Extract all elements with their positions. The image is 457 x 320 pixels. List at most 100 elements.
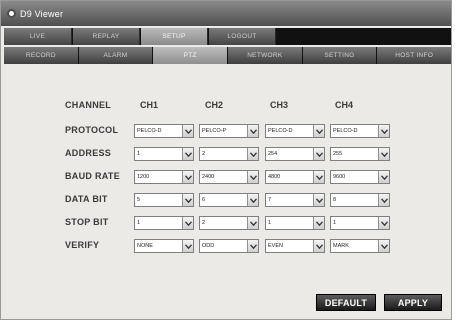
chevron-down-icon[interactable] [313,194,324,206]
chevron-down-icon[interactable] [247,171,258,183]
verify-select-ch2[interactable]: ODD [199,239,259,253]
address-select-ch2[interactable]: 2 [199,147,259,161]
select-value: 2400 [202,174,215,180]
chevron-down-icon[interactable] [247,125,258,137]
protocol-select-ch1[interactable]: PELCO-D [134,124,194,138]
chevron-down-icon[interactable] [313,171,324,183]
chevron-down-icon[interactable] [182,125,193,137]
select-value: 2 [202,220,206,226]
select-value: 6 [202,197,206,203]
stop-bit-select-ch1[interactable]: 1 [134,216,194,230]
address-select-ch4[interactable]: 255 [330,147,390,161]
data-bit-select-ch1[interactable]: 5 [134,193,194,207]
address-select-ch3[interactable]: 254 [265,147,325,161]
select-value: 4800 [268,174,281,180]
select-value: 1 [268,220,272,226]
select-value: 9600 [333,174,346,180]
select-value: 5 [137,197,141,203]
title-bar: D9 Viewer [1,1,451,26]
baud-rate-select-ch2[interactable]: 2400 [199,170,259,184]
verify-select-ch4[interactable]: MARK [330,239,390,253]
baud-rate-select-ch4[interactable]: 9600 [330,170,390,184]
tab-record[interactable]: RECORD [4,47,78,64]
select-value: EVEN [268,243,283,249]
chevron-down-icon[interactable] [378,194,389,206]
chevron-down-icon[interactable] [378,148,389,160]
chevron-down-icon[interactable] [313,148,324,160]
select-value: 1 [137,220,141,226]
chevron-down-icon[interactable] [313,240,324,252]
verify-label: VERIFY [65,240,100,250]
channel-header-ch2: CH2 [205,100,224,110]
chevron-down-icon[interactable] [247,240,258,252]
main-tab-bar: LIVE REPLAY SETUP LOGOUT [4,28,451,45]
select-value: MARK [333,243,349,249]
chevron-down-icon[interactable] [182,194,193,206]
chevron-down-icon[interactable] [247,194,258,206]
protocol-select-ch4[interactable]: PELCO-D [330,124,390,138]
apply-button[interactable]: APPLY [384,294,442,311]
chevron-down-icon[interactable] [313,217,324,229]
default-button[interactable]: DEFAULT [316,294,376,311]
select-value: 1 [333,220,337,226]
select-value: PELCO-D [268,128,293,134]
stop-bit-select-ch4[interactable]: 1 [330,216,390,230]
select-value: 255 [333,151,343,157]
chevron-down-icon[interactable] [378,125,389,137]
address-label: ADDRESS [65,148,112,158]
baud-rate-select-ch3[interactable]: 4800 [265,170,325,184]
window-title: D9 Viewer [20,8,64,19]
chevron-down-icon[interactable] [378,240,389,252]
tab-ptz[interactable]: PTZ [153,47,228,64]
app-icon [7,9,16,18]
tab-setup[interactable]: SETUP [141,28,208,45]
data-bit-label: DATA BIT [65,194,108,204]
app-window: D9 Viewer LIVE REPLAY SETUP LOGOUT RECOR… [0,0,452,320]
tab-host-info[interactable]: HOST INFO [377,47,452,64]
protocol-select-ch2[interactable]: PELCO-P [199,124,259,138]
channel-header-label: CHANNEL [65,100,112,110]
select-value: NONE [137,243,153,249]
select-value: PELCO-D [333,128,358,134]
tab-setting[interactable]: SETTING [302,47,377,64]
data-bit-select-ch4[interactable]: 8 [330,193,390,207]
tab-live[interactable]: LIVE [4,28,72,45]
sub-tab-bar: RECORD ALARM PTZ NETWORK SETTING HOST IN… [4,47,452,64]
channel-header-ch4: CH4 [335,100,354,110]
stop-bit-select-ch3[interactable]: 1 [265,216,325,230]
select-value: 2 [202,151,206,157]
chevron-down-icon[interactable] [378,217,389,229]
verify-select-ch3[interactable]: EVEN [265,239,325,253]
select-value: PELCO-P [202,128,227,134]
data-bit-select-ch3[interactable]: 7 [265,193,325,207]
chevron-down-icon[interactable] [182,240,193,252]
select-value: 8 [333,197,337,203]
address-select-ch1[interactable]: 1 [134,147,194,161]
channel-header-ch1: CH1 [140,100,159,110]
chevron-down-icon[interactable] [247,148,258,160]
tab-network[interactable]: NETWORK [228,47,302,64]
tab-alarm[interactable]: ALARM [78,47,153,64]
data-bit-select-ch2[interactable]: 6 [199,193,259,207]
verify-select-ch1[interactable]: NONE [134,239,194,253]
chevron-down-icon[interactable] [313,125,324,137]
protocol-select-ch3[interactable]: PELCO-D [265,124,325,138]
tab-logout[interactable]: LOGOUT [209,28,276,45]
chevron-down-icon[interactable] [247,217,258,229]
select-value: 254 [268,151,278,157]
tab-replay[interactable]: REPLAY [73,28,140,45]
protocol-label: PROTOCOL [65,125,119,135]
baud-rate-select-ch1[interactable]: 1200 [134,170,194,184]
baud-rate-label: BAUD RATE [65,171,121,181]
channel-header-ch3: CH3 [270,100,289,110]
chevron-down-icon[interactable] [378,171,389,183]
ptz-settings-panel: CHANNEL CH1 CH2 CH3 CH4 PROTOCOL PELCO-D P… [4,66,451,316]
stop-bit-label: STOP BIT [65,217,109,227]
select-value: 7 [268,197,272,203]
chevron-down-icon[interactable] [182,148,193,160]
chevron-down-icon[interactable] [182,171,193,183]
select-value: PELCO-D [137,128,162,134]
stop-bit-select-ch2[interactable]: 2 [199,216,259,230]
select-value: 1200 [137,174,150,180]
chevron-down-icon[interactable] [182,217,193,229]
